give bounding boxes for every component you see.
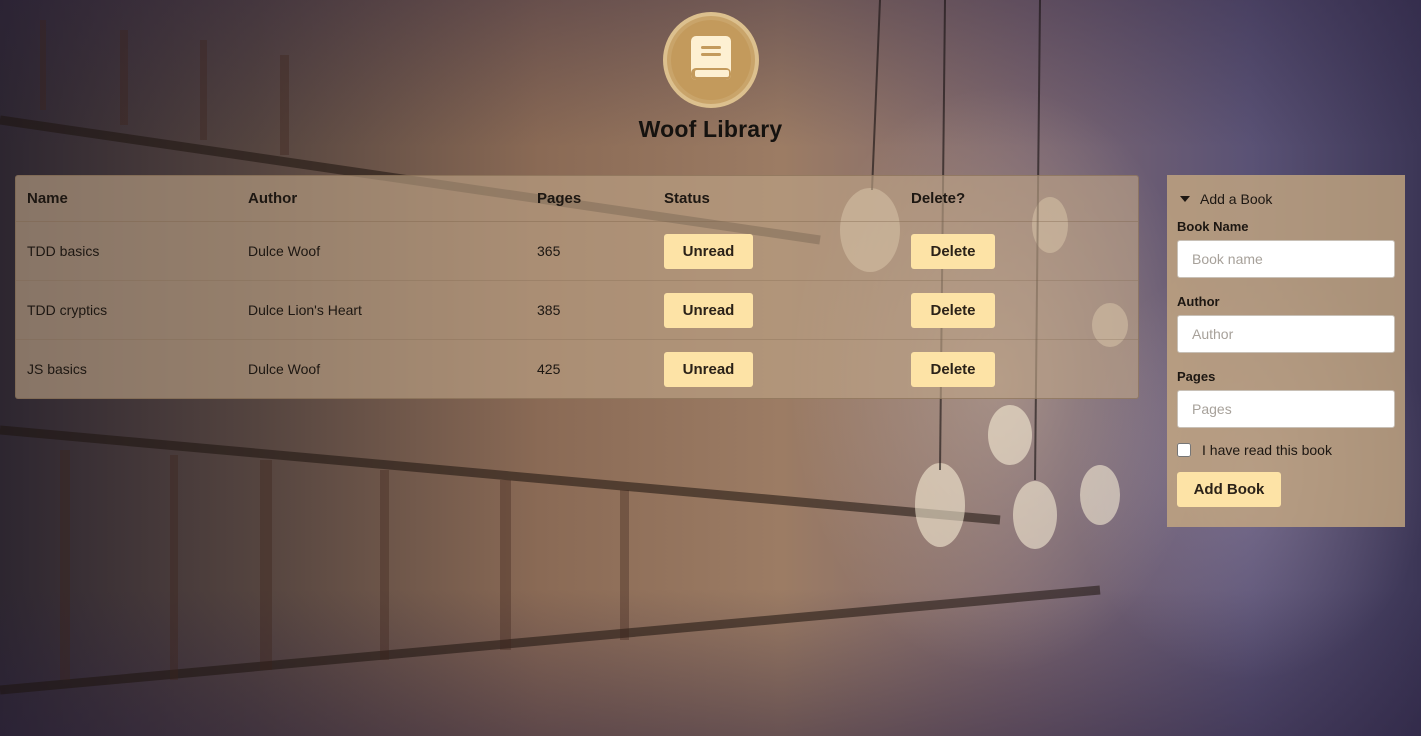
book-author-cell: Dulce Woof xyxy=(237,221,526,281)
book-name-input[interactable] xyxy=(1177,240,1395,278)
table-row: TDD cryptics Dulce Lion's Heart 385 Unre… xyxy=(16,280,1138,340)
book-pages-cell: 365 xyxy=(526,221,653,281)
pages-input[interactable] xyxy=(1177,390,1395,428)
table-row: JS basics Dulce Woof 425 Unread Delete xyxy=(16,340,1138,399)
add-book-summary-label: Add a Book xyxy=(1200,191,1273,207)
book-name-cell: TDD basics xyxy=(16,221,237,281)
add-book-disclosure[interactable]: Add a Book xyxy=(1177,191,1395,207)
logo xyxy=(662,12,759,108)
author-input[interactable] xyxy=(1177,315,1395,353)
status-toggle-button[interactable]: Unread xyxy=(664,351,753,387)
book-name-cell: JS basics xyxy=(27,361,87,377)
read-checkbox-label: I have read this book xyxy=(1202,442,1332,458)
pages-label: Pages xyxy=(1177,369,1216,384)
book-pages-cell: 425 xyxy=(537,361,561,377)
book-author-cell: Dulce Lion's Heart xyxy=(237,280,526,340)
status-toggle-button[interactable]: Unread xyxy=(664,292,753,328)
table-row: TDD basics Dulce Woof 365 Unread Delete xyxy=(16,221,1138,281)
disclosure-triangle-icon xyxy=(1180,196,1190,202)
page-title: Woof Library xyxy=(638,116,783,142)
read-checkbox-row: I have read this book xyxy=(1177,442,1395,458)
column-header-author: Author xyxy=(237,176,526,222)
column-header-delete: Delete? xyxy=(900,176,1138,222)
book-name-cell: TDD cryptics xyxy=(16,280,237,340)
books-table: Name Author Pages Status Delete? TDD bas… xyxy=(16,176,1138,398)
delete-button[interactable]: Delete xyxy=(911,233,995,269)
column-header-status: Status xyxy=(653,176,900,222)
add-book-button[interactable]: Add Book xyxy=(1177,472,1281,507)
book-icon xyxy=(689,34,733,87)
add-book-panel: Add a Book Book Name Author Pages I have… xyxy=(1167,175,1405,527)
book-author-cell: Dulce Woof xyxy=(248,361,321,377)
read-checkbox[interactable] xyxy=(1177,443,1191,457)
column-header-pages: Pages xyxy=(526,176,653,222)
table-header-row: Name Author Pages Status Delete? xyxy=(16,176,1138,222)
book-pages-cell: 385 xyxy=(526,280,653,340)
column-header-name: Name xyxy=(16,176,237,222)
author-label: Author xyxy=(1177,294,1220,309)
book-name-label: Book Name xyxy=(1177,219,1249,234)
delete-button[interactable]: Delete xyxy=(911,292,995,328)
delete-button[interactable]: Delete xyxy=(911,351,995,387)
books-table-panel: Name Author Pages Status Delete? TDD bas… xyxy=(15,175,1139,399)
status-toggle-button[interactable]: Unread xyxy=(664,233,753,269)
header: Woof Library xyxy=(0,12,1421,143)
